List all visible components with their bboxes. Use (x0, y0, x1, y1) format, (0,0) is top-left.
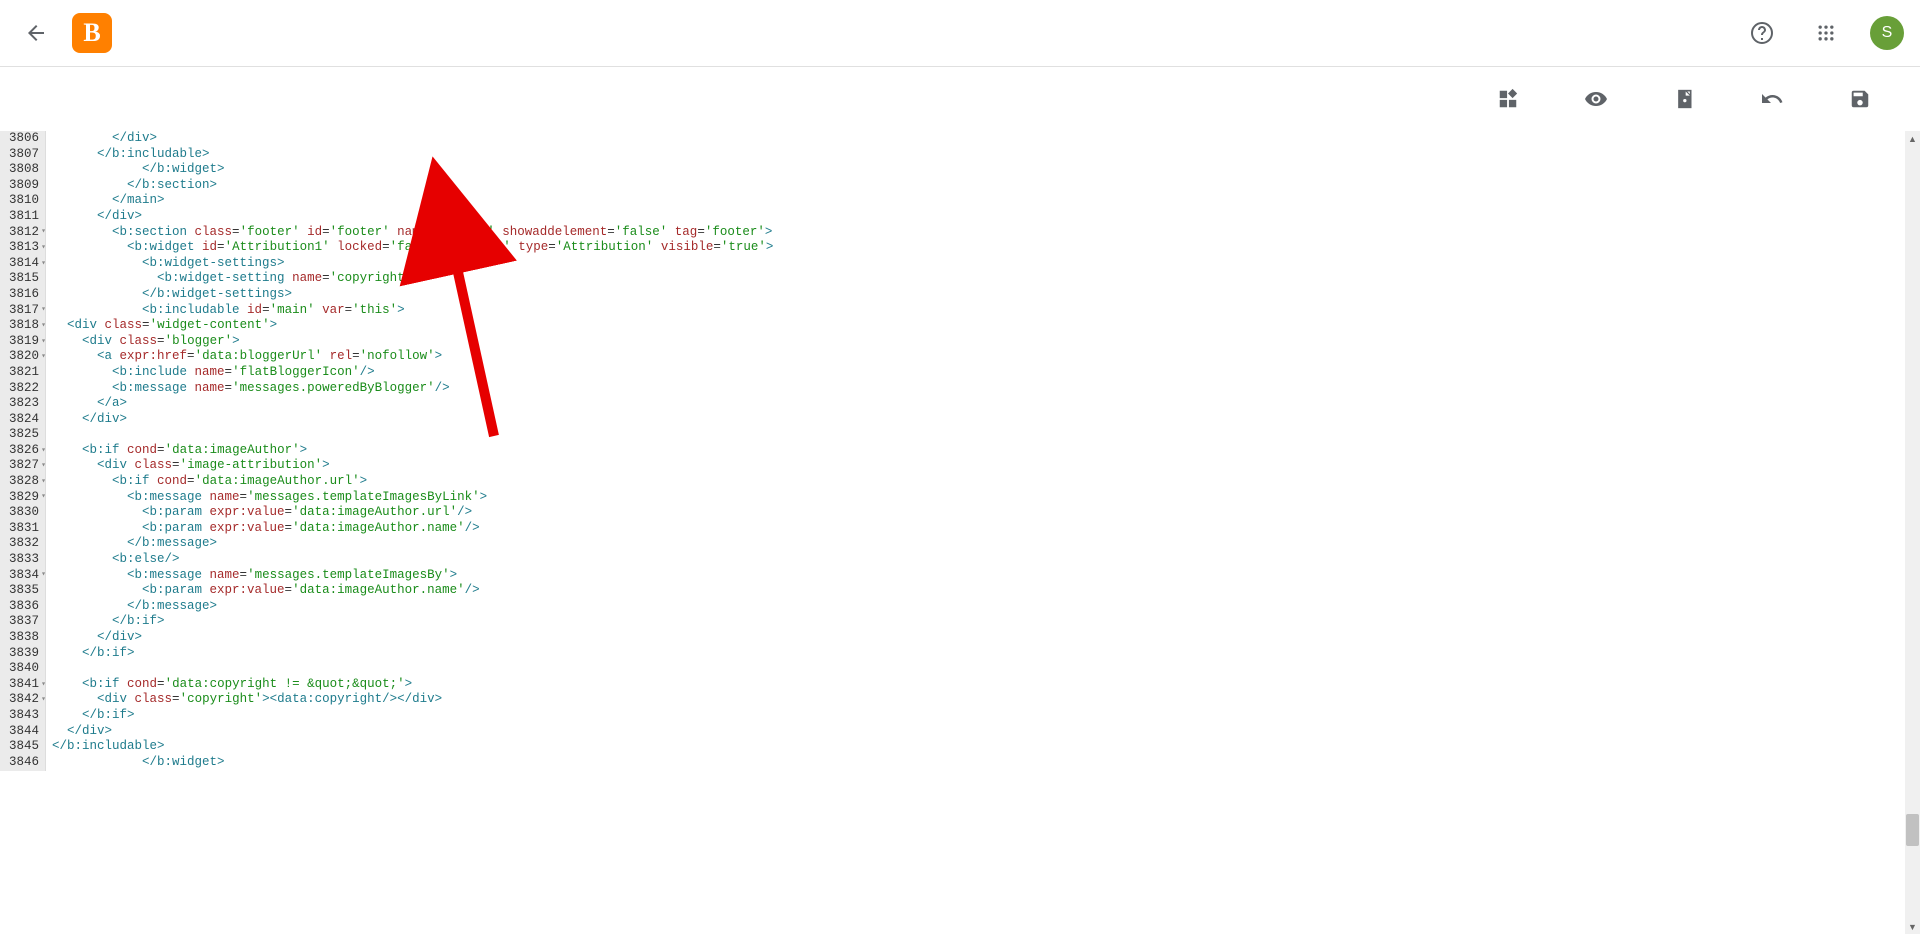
undo-icon (1760, 87, 1784, 111)
scroll-thumb[interactable] (1906, 814, 1919, 846)
scroll-up-arrow[interactable]: ▲ (1905, 131, 1920, 146)
arrow-left-icon (24, 21, 48, 45)
editor-toolbar (0, 67, 1920, 131)
widgets-icon (1497, 88, 1519, 110)
line-gutter: 3806380738083809381038113812381338143815… (0, 131, 46, 771)
header: B S (0, 0, 1920, 67)
header-right: S (1742, 13, 1904, 53)
save-button[interactable] (1840, 79, 1880, 119)
code-content[interactable]: </div> </b:includable> </b:widget> </b:s… (52, 131, 1902, 770)
code-editor[interactable]: 3806380738083809381038113812381338143815… (0, 131, 1920, 934)
blogger-logo: B (72, 13, 112, 53)
widgets-button[interactable] (1488, 79, 1528, 119)
avatar[interactable]: S (1870, 16, 1904, 50)
header-left: B (16, 13, 112, 53)
page-icon (1674, 89, 1694, 109)
undo-button[interactable] (1752, 79, 1792, 119)
avatar-initial: S (1882, 24, 1893, 42)
back-button[interactable] (16, 13, 56, 53)
vertical-scrollbar[interactable]: ▲ ▼ (1905, 131, 1920, 934)
apps-grid-icon (1816, 23, 1836, 43)
save-icon (1849, 88, 1871, 110)
scroll-down-arrow[interactable]: ▼ (1905, 919, 1920, 934)
eye-icon (1584, 87, 1608, 111)
format-button[interactable] (1664, 79, 1704, 119)
apps-button[interactable] (1806, 13, 1846, 53)
preview-button[interactable] (1576, 79, 1616, 119)
help-icon (1750, 21, 1774, 45)
help-button[interactable] (1742, 13, 1782, 53)
